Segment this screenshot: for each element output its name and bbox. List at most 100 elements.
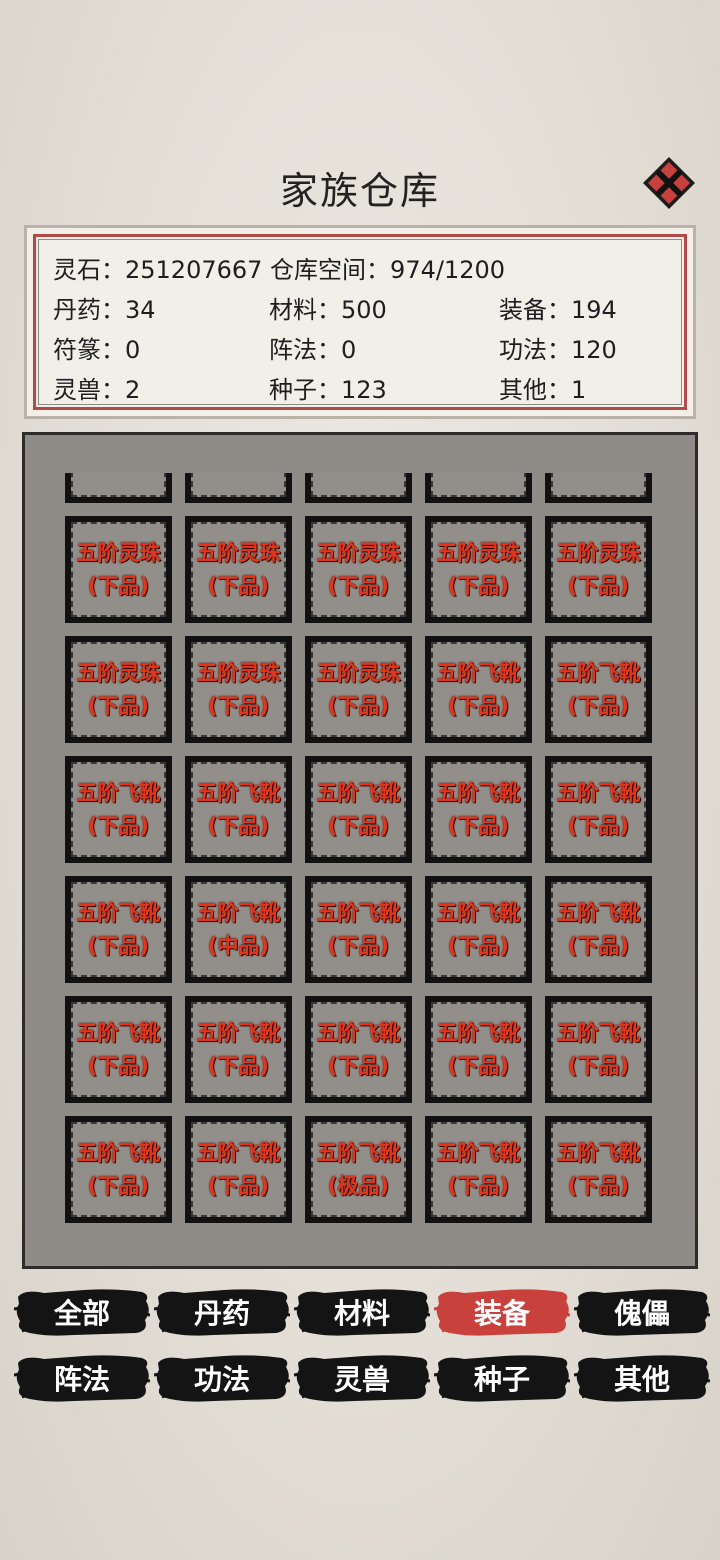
item-slot[interactable]: 五阶飞靴 (下品) [65, 1116, 172, 1223]
item-slot[interactable]: 五阶灵珠 (下品) [185, 636, 292, 743]
tab-9[interactable]: 其他 [574, 1353, 710, 1403]
item-slot-inner: 五阶灵珠 (下品) [431, 522, 526, 617]
item-name: 五阶飞靴 [196, 900, 281, 925]
item-slot-inner: 五阶飞靴 (中品) [191, 882, 286, 977]
item-grade: (下品) [327, 933, 390, 958]
item-slot-partial[interactable] [425, 473, 532, 503]
item-grade: (下品) [447, 933, 510, 958]
item-grade: (下品) [87, 813, 150, 838]
item-slot-partial[interactable] [185, 473, 292, 503]
item-grade: (下品) [327, 813, 390, 838]
spirit-stone-and-capacity: 灵石：251207667 仓库空间：974/1200 [53, 256, 506, 284]
item-grade: (下品) [207, 813, 270, 838]
item-slot[interactable]: 五阶飞靴 (下品) [305, 876, 412, 983]
item-slot[interactable]: 五阶灵珠 (下品) [545, 516, 652, 623]
item-grade: (下品) [87, 933, 150, 958]
item-slot-inner: 五阶灵珠 (下品) [551, 522, 646, 617]
item-slot-inner: 五阶飞靴 (下品) [431, 642, 526, 737]
item-slot[interactable]: 五阶飞靴 (下品) [425, 876, 532, 983]
item-slot-inner: 五阶飞靴 (下品) [431, 762, 526, 857]
item-slot[interactable]: 五阶飞靴 (下品) [65, 756, 172, 863]
stat-techniques: 功法：120 [499, 336, 617, 364]
item-slot[interactable]: 五阶灵珠 (下品) [305, 636, 412, 743]
item-slot-inner: 五阶飞靴 (下品) [71, 762, 166, 857]
item-slot-inner: 五阶飞靴 (下品) [191, 1122, 286, 1217]
item-grade: (下品) [87, 1053, 150, 1078]
item-name: 五阶飞靴 [436, 1140, 521, 1165]
item-slot-inner: 五阶飞靴 (下品) [431, 1002, 526, 1097]
item-slot[interactable]: 五阶飞靴 (下品) [545, 636, 652, 743]
item-slot[interactable]: 五阶灵珠 (下品) [65, 636, 172, 743]
tab-3[interactable]: 装备 [434, 1287, 570, 1337]
item-grade: (下品) [87, 573, 150, 598]
tab-label: 全部 [53, 1297, 110, 1330]
item-slot[interactable]: 五阶飞靴 (下品) [545, 756, 652, 863]
item-grade: (下品) [207, 1053, 270, 1078]
item-slot-inner: 五阶飞靴 (下品) [551, 762, 646, 857]
item-slot-inner: 五阶飞靴 (下品) [431, 882, 526, 977]
item-grade: (下品) [567, 813, 630, 838]
item-slot[interactable]: 五阶飞靴 (下品) [65, 876, 172, 983]
item-name: 五阶飞靴 [76, 1140, 161, 1165]
item-name: 五阶飞靴 [196, 1140, 281, 1165]
item-slot[interactable]: 五阶飞靴 (下品) [425, 996, 532, 1103]
item-slot[interactable]: 五阶飞靴 (极品) [305, 1116, 412, 1223]
item-slot[interactable]: 五阶飞靴 (下品) [425, 1116, 532, 1223]
item-grade: (下品) [327, 1053, 390, 1078]
tab-label: 傀儡 [613, 1297, 670, 1330]
tab-label: 其他 [613, 1363, 670, 1396]
item-slot-inner: 五阶飞靴 (下品) [71, 1122, 166, 1217]
stat-equipment: 装备：194 [499, 296, 617, 324]
item-slot[interactable]: 五阶灵珠 (下品) [305, 516, 412, 623]
item-grid-panel[interactable]: 五阶灵珠 (下品) 五阶灵珠 (下品) 五阶灵珠 (下品) 五阶灵珠 (下品) 五阶灵珠 (下品)… [22, 432, 698, 1269]
item-name: 五阶飞靴 [76, 1020, 161, 1045]
item-slot[interactable]: 五阶飞靴 (下品) [545, 876, 652, 983]
stat-talismans: 符篆：0 [53, 336, 141, 364]
item-slot[interactable]: 五阶飞靴 (下品) [545, 1116, 652, 1223]
tab-6[interactable]: 功法 [154, 1353, 290, 1403]
tab-7[interactable]: 灵兽 [294, 1353, 430, 1403]
tab-1[interactable]: 丹药 [154, 1287, 290, 1337]
item-slot[interactable]: 五阶飞靴 (下品) [425, 756, 532, 863]
item-name: 五阶飞靴 [436, 660, 521, 685]
item-name: 五阶飞靴 [196, 780, 281, 805]
item-slot-partial[interactable] [65, 473, 172, 503]
item-slot[interactable]: 五阶飞靴 (下品) [305, 756, 412, 863]
tab-label: 丹药 [193, 1297, 250, 1330]
item-name: 五阶飞靴 [436, 900, 521, 925]
item-grade: (下品) [447, 573, 510, 598]
item-slot-partial[interactable] [545, 473, 652, 503]
item-slot[interactable]: 五阶飞靴 (中品) [185, 876, 292, 983]
stat-beasts: 灵兽：2 [53, 376, 141, 404]
tab-5[interactable]: 阵法 [14, 1353, 150, 1403]
item-slot-inner: 五阶飞靴 (下品) [71, 1002, 166, 1097]
item-slot-inner [311, 473, 406, 497]
item-slot[interactable]: 五阶灵珠 (下品) [185, 516, 292, 623]
tab-label: 功法 [193, 1363, 250, 1396]
item-grade: (下品) [447, 1173, 510, 1198]
item-slot[interactable]: 五阶飞靴 (下品) [185, 996, 292, 1103]
item-slot[interactable]: 五阶飞靴 (下品) [305, 996, 412, 1103]
tab-4[interactable]: 傀儡 [574, 1287, 710, 1337]
item-slot[interactable]: 五阶灵珠 (下品) [65, 516, 172, 623]
item-grade: (下品) [567, 933, 630, 958]
close-button[interactable] [641, 155, 697, 211]
item-slot[interactable]: 五阶飞靴 (下品) [65, 996, 172, 1103]
tab-8[interactable]: 种子 [434, 1353, 570, 1403]
item-slot[interactable]: 五阶灵珠 (下品) [425, 516, 532, 623]
tab-0[interactable]: 全部 [14, 1287, 150, 1337]
item-slot-partial[interactable] [305, 473, 412, 503]
item-slot[interactable]: 五阶飞靴 (下品) [185, 1116, 292, 1223]
item-slot-inner: 五阶灵珠 (下品) [191, 522, 286, 617]
item-slot[interactable]: 五阶飞靴 (下品) [185, 756, 292, 863]
close-x-icon [643, 157, 695, 209]
item-slot[interactable]: 五阶飞靴 (下品) [425, 636, 532, 743]
item-slot[interactable]: 五阶飞靴 (下品) [545, 996, 652, 1103]
item-name: 五阶飞靴 [556, 780, 641, 805]
item-grid-scroll[interactable]: 五阶灵珠 (下品) 五阶灵珠 (下品) 五阶灵珠 (下品) 五阶灵珠 (下品) 五阶灵珠 (下品)… [63, 473, 663, 1233]
item-name: 五阶飞靴 [316, 1020, 401, 1045]
item-grade: (下品) [447, 1053, 510, 1078]
item-slot-inner: 五阶飞靴 (下品) [191, 1002, 286, 1097]
stat-formations: 阵法：0 [269, 336, 357, 364]
tab-2[interactable]: 材料 [294, 1287, 430, 1337]
